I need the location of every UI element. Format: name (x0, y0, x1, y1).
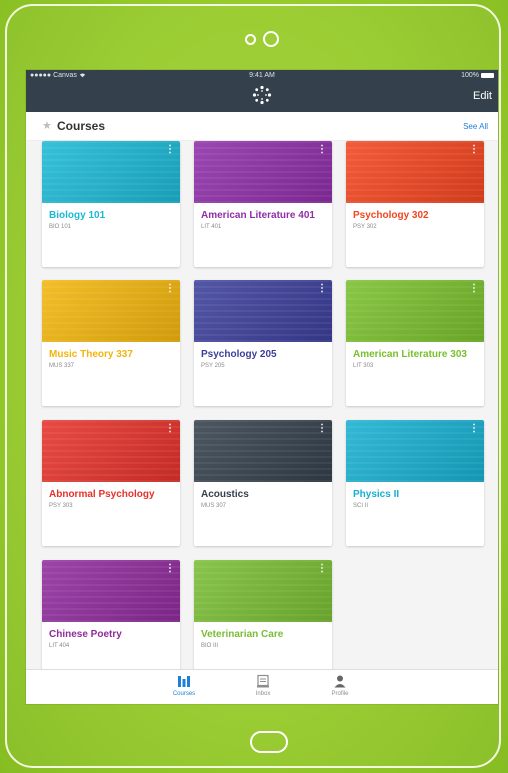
course-code: SCI II (353, 503, 369, 509)
course-image: ⋮ (42, 560, 180, 622)
more-options-icon[interactable]: ⋮ (469, 284, 479, 294)
course-image: ⋮ (42, 141, 180, 203)
course-title: Music Theory 337 (49, 349, 133, 360)
tab-bar: Courses Inbox Profile (26, 669, 498, 704)
more-options-icon[interactable]: ⋮ (165, 145, 175, 155)
course-title: American Literature 401 (201, 210, 315, 221)
inbox-icon (257, 674, 269, 688)
more-options-icon[interactable]: ⋮ (317, 145, 327, 155)
course-card[interactable]: ⋮ American Literature 401 LIT 401 (194, 141, 332, 267)
status-battery: 100% (461, 70, 494, 81)
course-code: MUS 337 (49, 363, 75, 369)
app-header: ●●●●● Canvas 9:41 AM 100% Edit (26, 70, 498, 112)
course-title: Biology 101 (49, 210, 106, 221)
course-card[interactable]: ⋮ American Literature 303 LIT 303 (346, 280, 484, 406)
course-card[interactable]: ⋮ Chinese Poetry LIT 404 (42, 560, 180, 686)
course-card[interactable]: ⋮ Biology 101 BIO 101 (42, 141, 180, 267)
course-title: American Literature 303 (353, 349, 467, 360)
tab-inbox[interactable]: Inbox (238, 674, 288, 697)
course-card[interactable]: ⋮ Acoustics MUS 307 (194, 420, 332, 546)
course-title: Psychology 302 (353, 210, 429, 221)
course-code: PSY 205 (201, 363, 225, 369)
course-card[interactable]: ⋮ Physics II SCI II (346, 420, 484, 546)
course-code: BIO 101 (49, 224, 72, 230)
image-texture (42, 420, 180, 482)
tab-profile[interactable]: Profile (315, 674, 365, 697)
course-card[interactable]: ⋮ Veterinarian Care BIO III (194, 560, 332, 686)
section-title: Courses (57, 119, 106, 133)
course-image: ⋮ (42, 420, 180, 482)
course-image: ⋮ (42, 280, 180, 342)
more-options-icon[interactable]: ⋮ (165, 424, 175, 434)
more-options-icon[interactable]: ⋮ (469, 145, 479, 155)
course-code: PSY 302 (353, 224, 377, 230)
star-icon[interactable]: ★ (42, 119, 52, 132)
courses-grid: ⋮ Biology 101 BIO 101 ⋮ American Literature … (42, 141, 484, 686)
course-title: Physics II (353, 489, 400, 500)
status-bar: ●●●●● Canvas 9:41 AM 100% (26, 70, 498, 81)
course-card[interactable]: ⋮ Psychology 302 PSY 302 (346, 141, 484, 267)
course-title: Acoustics (201, 489, 249, 500)
image-texture (42, 280, 180, 342)
course-code: MUS 307 (201, 503, 227, 509)
course-image: ⋮ (194, 141, 332, 203)
courses-section-header: ★ Courses See All (26, 112, 498, 141)
course-image: ⋮ (346, 280, 484, 342)
more-options-icon[interactable]: ⋮ (317, 284, 327, 294)
tab-courses[interactable]: Courses (159, 674, 209, 697)
courses-icon (178, 676, 190, 687)
course-code: LIT 303 (353, 363, 374, 369)
profile-icon (334, 675, 346, 688)
course-title: Chinese Poetry (49, 629, 122, 640)
course-card[interactable]: ⋮ Abnormal Psychology PSY 303 (42, 420, 180, 546)
course-title: Abnormal Psychology (49, 489, 155, 500)
more-options-icon[interactable]: ⋮ (317, 424, 327, 434)
battery-icon (481, 73, 494, 78)
image-texture (194, 280, 332, 342)
app-screen: ●●●●● Canvas 9:41 AM 100% Edit ★ Courses (26, 70, 498, 704)
image-texture (42, 141, 180, 203)
canvas-logo-icon[interactable] (252, 85, 272, 105)
sensor-icon (263, 31, 279, 47)
more-options-icon[interactable]: ⋮ (165, 284, 175, 294)
more-options-icon[interactable]: ⋮ (469, 424, 479, 434)
image-texture (346, 420, 484, 482)
course-title: Psychology 205 (201, 349, 277, 360)
course-code: LIT 404 (49, 643, 70, 649)
course-code: PSY 303 (49, 503, 73, 509)
course-title: Veterinarian Care (201, 629, 284, 640)
course-code: BIO III (201, 643, 219, 649)
home-button[interactable] (250, 731, 288, 753)
more-options-icon[interactable]: ⋮ (165, 564, 175, 574)
course-image: ⋮ (194, 280, 332, 342)
image-texture (346, 141, 484, 203)
status-time: 9:41 AM (249, 72, 275, 79)
edit-button[interactable]: Edit (473, 90, 492, 102)
course-card[interactable]: ⋮ Music Theory 337 MUS 337 (42, 280, 180, 406)
course-code: LIT 401 (201, 224, 222, 230)
more-options-icon[interactable]: ⋮ (317, 564, 327, 574)
image-texture (194, 141, 332, 203)
course-image: ⋮ (346, 141, 484, 203)
image-texture (346, 280, 484, 342)
course-card[interactable]: ⋮ Psychology 205 PSY 205 (194, 280, 332, 406)
course-image: ⋮ (194, 560, 332, 622)
course-image: ⋮ (346, 420, 484, 482)
course-image: ⋮ (194, 420, 332, 482)
image-texture (194, 560, 332, 622)
see-all-link[interactable]: See All (463, 122, 488, 131)
image-texture (194, 420, 332, 482)
camera-icon (245, 34, 256, 45)
image-texture (42, 560, 180, 622)
